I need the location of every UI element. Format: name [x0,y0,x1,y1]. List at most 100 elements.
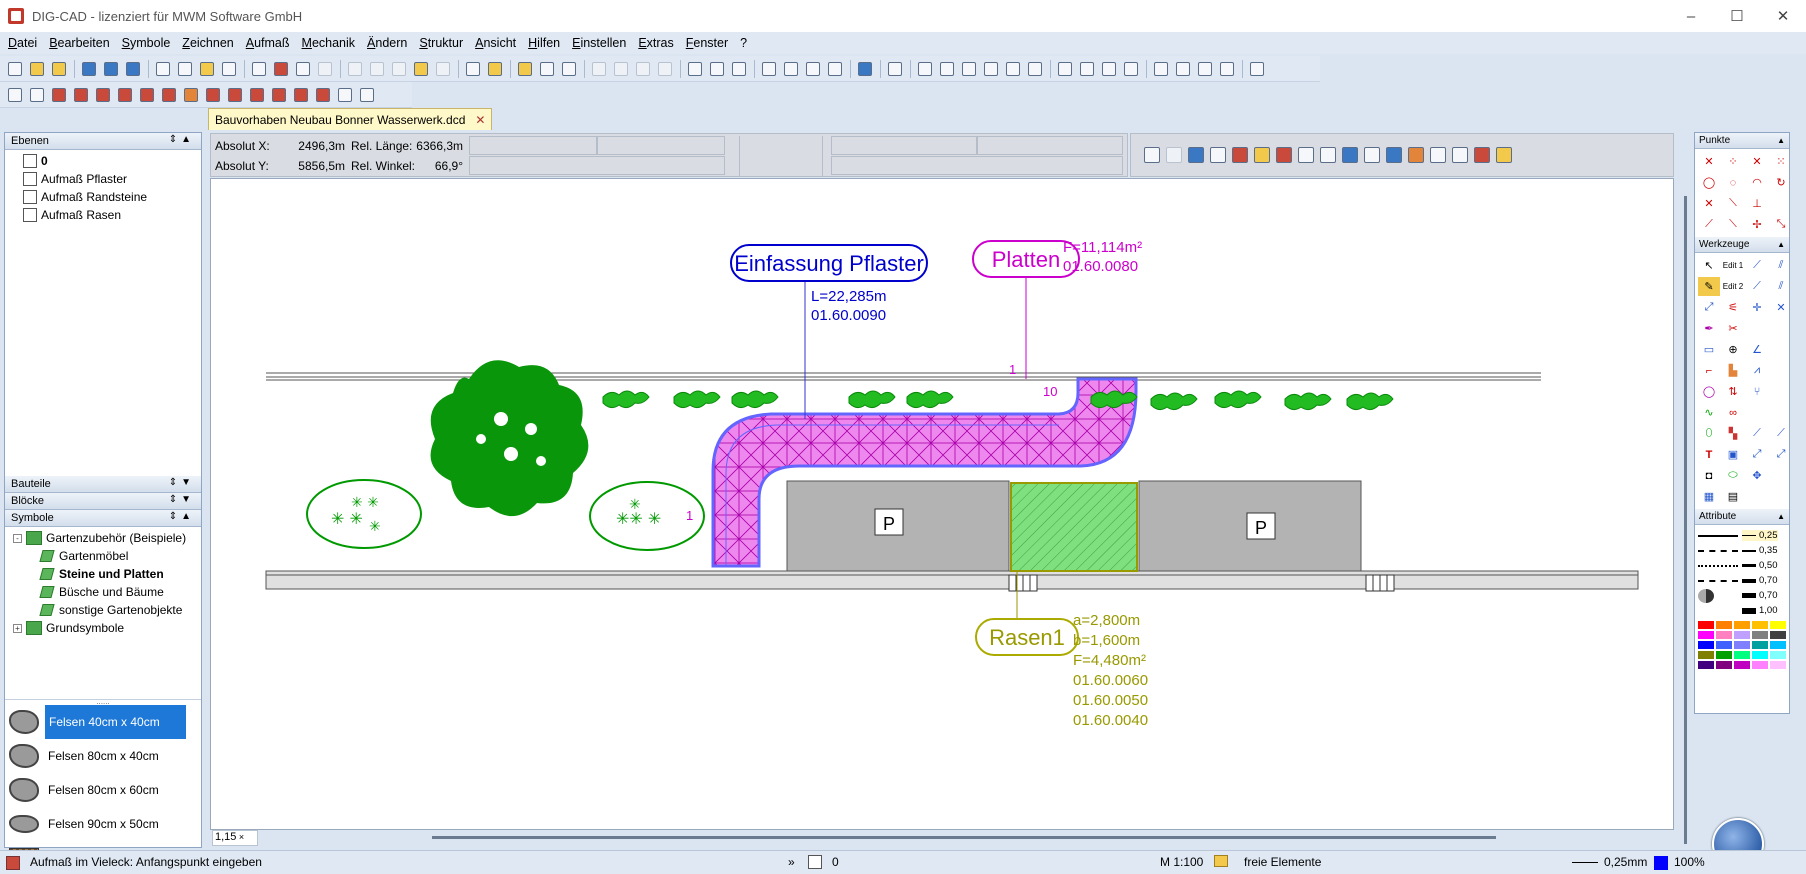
drawing-svg[interactable]: P P ✳ ✳ ✳ ✳ ✳ ✳✳ ✳ ✳ 1 10 1 Einfassung P… [211,179,1673,829]
segment-tool-icon[interactable] [159,85,179,105]
line-width-row[interactable]: 0,70 [1695,573,1789,588]
text-icon[interactable]: T [1698,445,1720,464]
scissors-icon[interactable]: ✂ [1722,319,1744,338]
rasen-area[interactable] [1010,482,1138,572]
zoom-window-icon[interactable] [915,59,935,79]
tangent-icon[interactable]: ⟋ [1698,215,1720,234]
view-2-icon[interactable] [1077,59,1097,79]
triangle-tool-icon[interactable] [71,85,91,105]
cross-tool-icon[interactable]: ✛ [1746,298,1768,317]
menu-mechanik[interactable]: Mechanik [296,36,362,50]
collapse-icon[interactable]: - [13,533,22,543]
divide-icon[interactable]: ⟍ [1722,215,1744,234]
vertical-scrollbar[interactable] [1684,196,1687,844]
cross-point-icon[interactable]: ✕ [1698,194,1720,213]
status-group[interactable]: freie Elemente [1244,855,1321,869]
point-line-icon[interactable]: ✕ [1746,152,1768,171]
crosshair-icon[interactable] [759,59,779,79]
menu-extras[interactable]: Extras [632,36,679,50]
cancel-icon[interactable] [633,59,653,79]
symbol-item[interactable]: Felsen 40cm x 40cm [5,705,201,739]
line-icon[interactable] [1186,145,1206,165]
cross-icon[interactable] [1164,145,1184,165]
tree-node[interactable]: Gartenmöbel [5,547,201,565]
replace-icon[interactable] [537,59,557,79]
menu-fenster[interactable]: Fenster [680,36,734,50]
layout-icon[interactable] [1247,59,1267,79]
symbol-tool-icon[interactable]: ▣ [1722,445,1744,464]
connect-icon[interactable] [1296,145,1316,165]
param-field[interactable] [831,136,977,155]
fit-icon[interactable] [1450,145,1470,165]
rect-tool-icon[interactable]: ▭ [1698,340,1720,359]
menu-help[interactable]: ? [734,36,753,50]
move-tool-icon[interactable]: ✥ [1746,466,1768,485]
measure-icon[interactable] [225,85,245,105]
center-icon[interactable]: ✢ [1746,215,1768,234]
import-icon[interactable] [315,59,335,79]
print-icon[interactable] [249,59,269,79]
clipboard-icon[interactable] [485,59,505,79]
circle-tool-icon[interactable]: ◯ [1698,382,1720,401]
color-palette[interactable] [1695,618,1789,672]
area-active-icon[interactable] [1406,145,1426,165]
document-tab[interactable]: Bauvorhaben Neubau Bonner Wasserwerk.dcd… [208,108,493,130]
delete-part-icon[interactable] [1230,145,1250,165]
view-8-icon[interactable] [1217,59,1237,79]
symbole-header[interactable]: Symbole ⇕▲ [5,510,201,527]
attribute-header[interactable]: Attribute [1695,509,1789,525]
send-icon[interactable] [293,59,313,79]
grid-tool-icon[interactable] [357,85,377,105]
window-icon[interactable] [1340,145,1360,165]
symbol-item[interactable]: Felsen 90cm x 50cm [5,807,201,841]
view-3-icon[interactable] [1099,59,1119,79]
print-preview-icon[interactable] [175,59,195,79]
preview-icon[interactable] [153,59,173,79]
save-as-icon[interactable] [101,59,121,79]
paste-icon[interactable] [389,59,409,79]
line-width-row[interactable]: 0,35 [1695,543,1789,558]
menu-einstellen[interactable]: Einstellen [566,36,632,50]
menu-aufmass[interactable]: Aufmaß [240,36,296,50]
area-sum-icon[interactable] [203,85,223,105]
layer-item[interactable]: Aufmaß Rasen [5,206,201,224]
delete-icon[interactable] [433,59,453,79]
report-icon[interactable] [291,85,311,105]
angle-icon[interactable] [825,59,845,79]
point-grid-icon[interactable]: ⁘ [1722,152,1744,171]
circle-dashed-icon[interactable]: ◌ [1722,173,1744,192]
menu-hilfen[interactable]: Hilfen [522,36,566,50]
hatch-icon[interactable] [1428,145,1448,165]
menu-ansicht[interactable]: Ansicht [469,36,522,50]
status-zoom[interactable]: 100% [1674,855,1705,869]
perpendicular-icon[interactable]: ⊥ [1746,194,1768,213]
bloecke-header[interactable]: Blöcke ⇕▼ [5,493,201,510]
x-tool-icon[interactable]: ✕ [1770,298,1792,317]
close-button[interactable]: ✕ [1760,0,1806,32]
polygon-tool-icon[interactable] [49,85,69,105]
view-5-icon[interactable] [1151,59,1171,79]
undo-icon[interactable] [589,59,609,79]
plot-icon[interactable] [219,59,239,79]
spline-icon[interactable]: ∿ [1698,403,1720,422]
save-icon[interactable] [79,59,99,79]
point-icon[interactable]: ✕ [1698,152,1720,171]
point-tool-icon[interactable] [5,85,25,105]
volume-icon[interactable] [313,85,333,105]
circle-sector-icon[interactable] [137,85,157,105]
close-tab-icon[interactable]: ✕ [475,113,485,127]
ellipse-icon[interactable]: ⬯ [1698,424,1720,443]
select-icon[interactable] [463,59,483,79]
copy-move-icon[interactable] [707,59,727,79]
status-expand-icon[interactable]: » [788,855,795,869]
arc-point-icon[interactable]: ◠ [1746,173,1768,192]
zigzag-icon[interactable]: ⩘ [1746,361,1768,380]
coord-field[interactable] [469,156,725,175]
loop-icon[interactable]: ∞ [1722,403,1744,422]
maximize-button[interactable]: ☐ [1714,0,1760,32]
copy-icon[interactable] [367,59,387,79]
pen-icon[interactable] [885,59,905,79]
circle-point-icon[interactable]: ◯ [1698,173,1720,192]
mirror-icon[interactable] [729,59,749,79]
pan-icon[interactable] [959,59,979,79]
